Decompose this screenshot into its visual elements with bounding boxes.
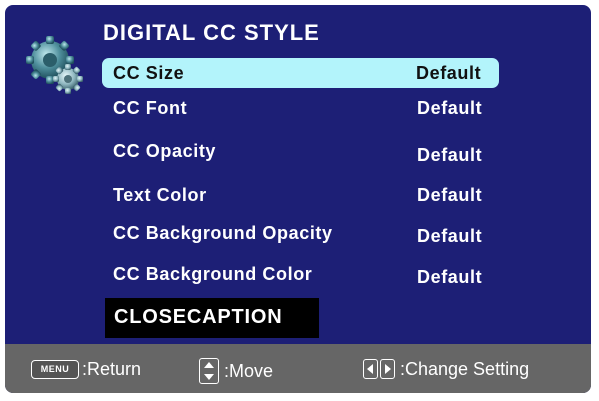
menu-item-cc-opacity[interactable]: CC Opacity Default	[102, 136, 499, 166]
left-arrow-icon	[363, 359, 378, 380]
menu-item-value: Default	[417, 267, 483, 287]
menu-key-icon: MENU	[31, 359, 79, 379]
menu-item-label: CC Font	[113, 98, 188, 118]
menu-item-cc-background-opacity[interactable]: CC Background Opacity Default	[102, 218, 499, 248]
menu-item-label: Text Color	[113, 185, 207, 205]
menu-item-label: CC Opacity	[113, 141, 217, 161]
change-setting-hint-label: :Change Setting	[400, 358, 530, 379]
menu-item-cc-font[interactable]: CC Font Default	[102, 93, 499, 123]
menu-item-value: Default	[416, 63, 482, 83]
move-hint-label: :Move	[224, 360, 274, 381]
up-down-arrow-icon	[199, 358, 219, 384]
menu-item-text-color[interactable]: Text Color Default	[102, 180, 499, 210]
menu-item-label: CC Background Opacity	[113, 223, 333, 243]
menu-item-cc-size[interactable]: CC Size Default	[102, 58, 499, 88]
osd-menu-panel: DIGITAL CC STYLE CC Size Default CC Font…	[5, 5, 591, 393]
menu-item-cc-background-color[interactable]: CC Background Color Default	[102, 259, 499, 289]
footer-hint-bar: MENU:Return :Move :Change Setting	[5, 344, 591, 393]
footer-change-hint: :Change Setting	[363, 358, 529, 380]
menu-item-label: CC Size	[113, 63, 185, 83]
caption-preview-text: CLOSECAPTION	[114, 306, 283, 328]
return-hint-label: :Return	[82, 358, 142, 379]
menu-item-value: Default	[417, 185, 483, 205]
closed-caption-settings-icon	[23, 35, 85, 97]
menu-item-value: Default	[417, 98, 483, 118]
right-arrow-icon	[380, 359, 395, 380]
caption-preview: CLOSECAPTION	[105, 298, 319, 338]
menu-item-label: CC Background Color	[113, 264, 313, 284]
footer-move-hint: :Move	[199, 358, 273, 384]
footer-return-hint: MENU:Return	[31, 358, 141, 380]
menu-item-value: Default	[417, 145, 483, 165]
menu-item-value: Default	[417, 226, 483, 246]
menu-title: DIGITAL CC STYLE	[103, 20, 320, 45]
